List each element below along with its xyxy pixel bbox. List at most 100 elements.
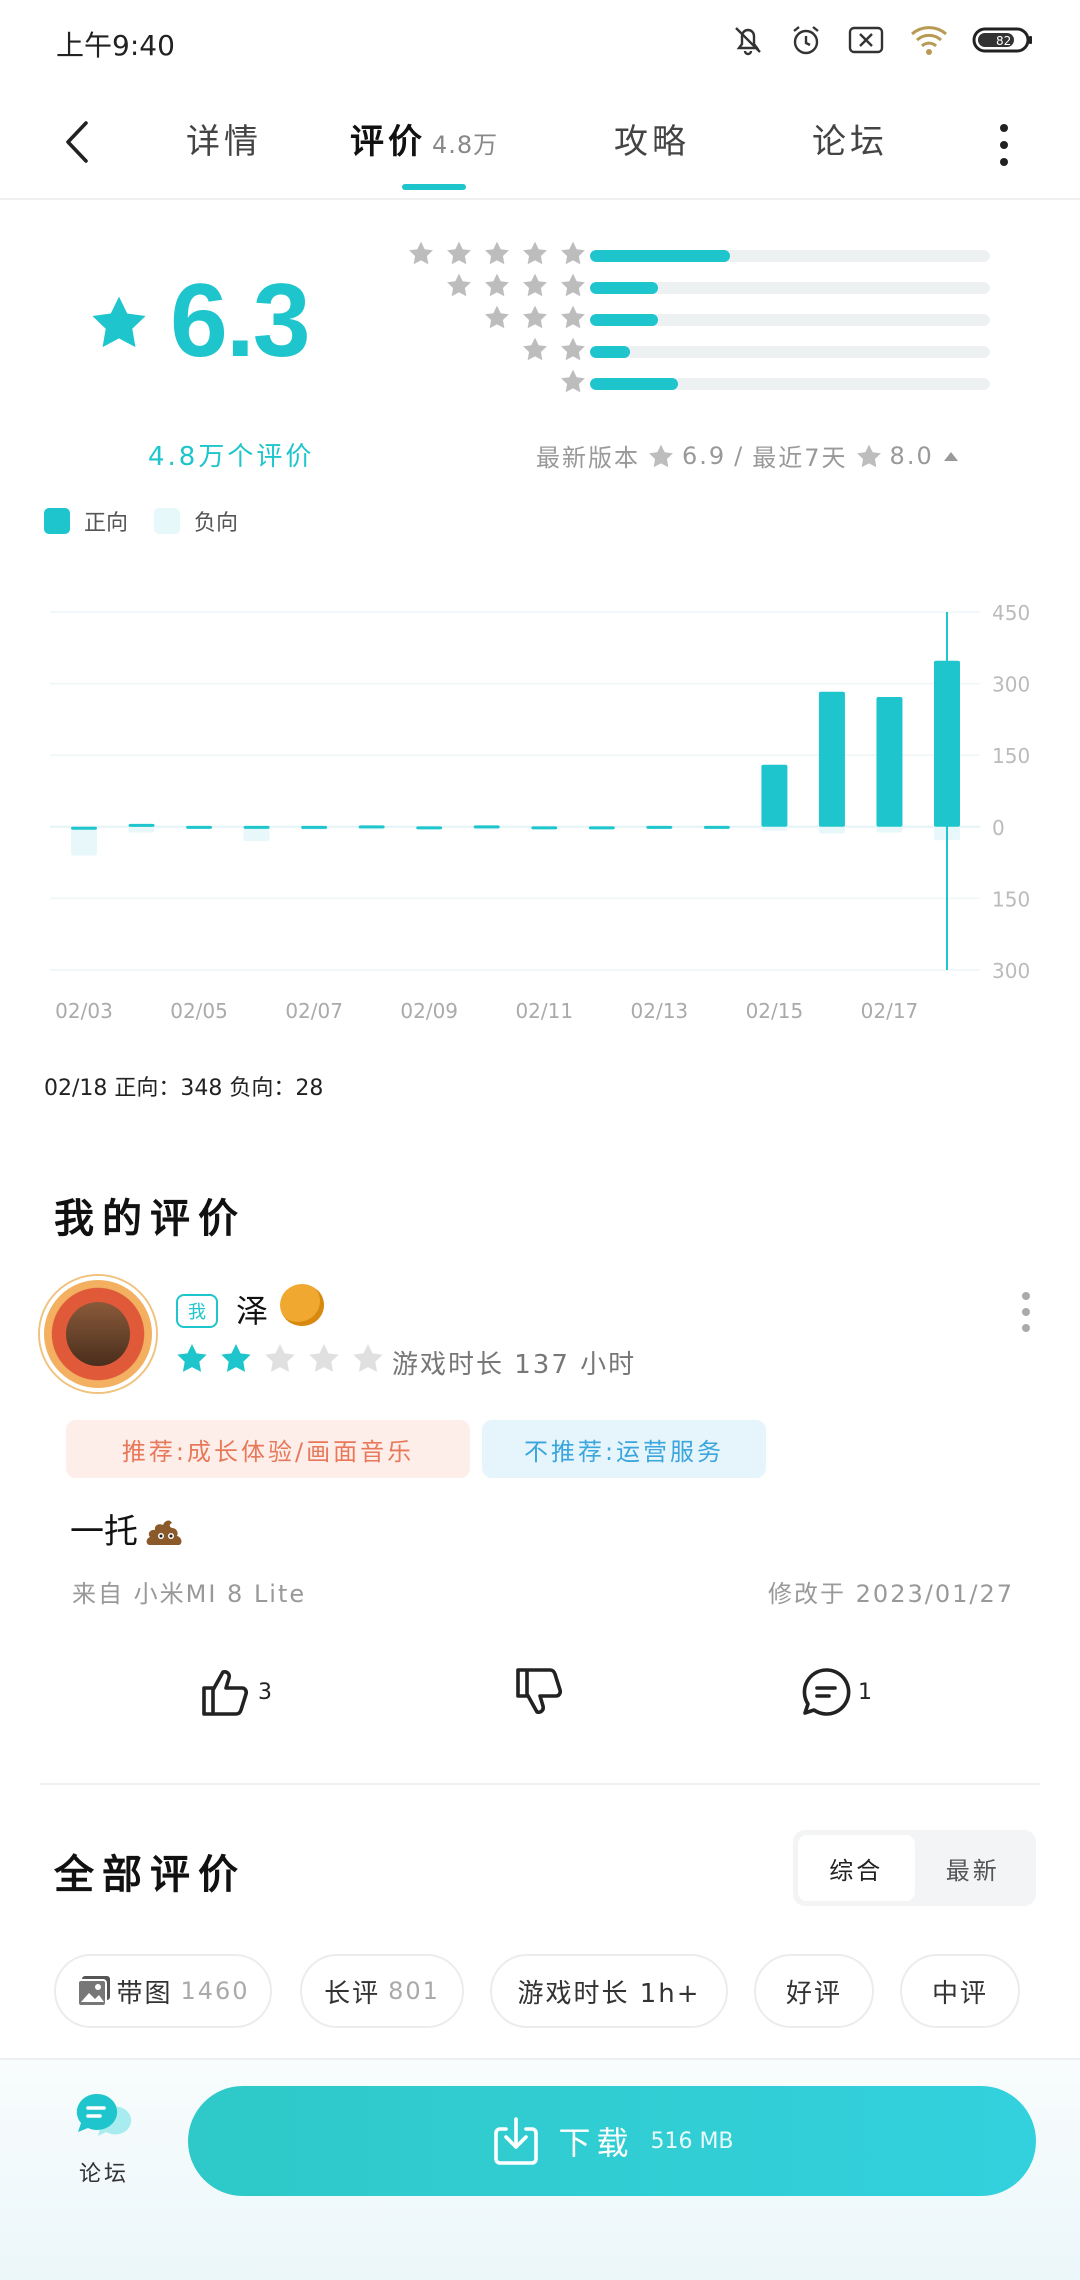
- all-reviews-title: 全部评价: [54, 1852, 246, 1898]
- star-icon: [561, 305, 585, 329]
- my-review-title: 我的评价: [54, 1196, 246, 1242]
- y-tick-label: 300: [992, 959, 1030, 983]
- chart-selected-caption: 02/18 正向：348 负向：28: [44, 1076, 324, 1101]
- filled-star-icon: [221, 1344, 251, 1372]
- y-tick-label: 150: [992, 887, 1030, 911]
- username[interactable]: 泽: [236, 1286, 268, 1332]
- y-tick-label: 150: [992, 744, 1030, 768]
- x-tick-label: 02/05: [170, 999, 228, 1023]
- filled-star-icon: [177, 1344, 207, 1372]
- tab-guides[interactable]: 攻略: [614, 114, 690, 163]
- sort-overall[interactable]: 综合: [798, 1835, 915, 1901]
- alarm-icon: [793, 26, 819, 55]
- review-device: 来自 小米MI 8 Lite: [72, 1580, 307, 1608]
- avatar[interactable]: [40, 1276, 156, 1392]
- star-icon: [485, 305, 509, 329]
- dist-fill: [590, 346, 630, 358]
- poop-emoji-icon: [146, 1520, 182, 1545]
- back-button[interactable]: [52, 112, 102, 172]
- dist-fill: [590, 250, 730, 262]
- dist-row-3: [398, 305, 998, 329]
- x-tick-label: 02/07: [285, 999, 343, 1023]
- download-icon: [494, 2117, 539, 2165]
- bar-negative: [818, 826, 845, 834]
- battery-level: 82: [996, 34, 1011, 48]
- x-tick-label: 02/17: [861, 999, 919, 1023]
- like-button[interactable]: 3: [198, 1666, 272, 1718]
- me-tag: 我: [176, 1294, 218, 1328]
- forum-label: 论坛: [78, 2162, 129, 2187]
- recent-score: 8.0: [889, 441, 934, 470]
- tab-reviews[interactable]: 评价 4.8万: [350, 114, 498, 163]
- like-count: 3: [258, 1679, 272, 1705]
- tab-details[interactable]: 详情: [186, 114, 262, 163]
- chart-svg: 450 300 150 0 150 300 02/03 02/05 02/07 02/09 02/1…: [50, 601, 1030, 1023]
- review-trend-chart[interactable]: 450 300 150 0 150 300 02/03 02/05 02/07 02/09 02/1…: [30, 590, 1040, 1030]
- recent-label: 最近7天: [752, 444, 848, 472]
- tab-bar: 详情 评价 4.8万 攻略 论坛: [0, 90, 1080, 200]
- playtime: 游戏时长 137 小时: [392, 1350, 637, 1380]
- bar-positive: [358, 825, 385, 829]
- version-ratings[interactable]: 最新版本 6.9 / 最近7天 8.0: [536, 438, 960, 473]
- filter-long-review[interactable]: 长评 801: [300, 1954, 464, 2028]
- star-icon: [447, 273, 471, 297]
- dist-fill: [590, 314, 658, 326]
- review-modified: 修改于 2023/01/27: [768, 1580, 1014, 1608]
- download-button[interactable]: 下载 516 MB: [188, 2086, 1036, 2196]
- bar-negative: [876, 826, 903, 833]
- active-tab-indicator: [402, 184, 466, 190]
- forum-button[interactable]: 论坛: [64, 2090, 144, 2210]
- comment-count: 1: [858, 1679, 872, 1705]
- more-options-button[interactable]: [984, 120, 1024, 170]
- sort-latest[interactable]: 最新: [915, 1835, 1032, 1901]
- bar-positive: [71, 826, 97, 830]
- bar-negative: [128, 826, 155, 833]
- avatar-photo: [66, 1302, 130, 1366]
- bar-positive: [128, 823, 155, 827]
- latest-version-score: 6.9: [682, 441, 727, 470]
- status-time: 上午9:40: [56, 29, 175, 62]
- star-icon: [561, 241, 585, 265]
- mute-bell-icon: [735, 27, 761, 56]
- rating-score: 6.3: [90, 262, 311, 381]
- star-icon: [523, 273, 547, 297]
- star-icon: [485, 273, 509, 297]
- filter-neutral[interactable]: 中评: [900, 1954, 1020, 2028]
- bar-positive: [761, 764, 788, 827]
- star-icon: [561, 337, 585, 361]
- bar-negative: [71, 826, 97, 856]
- tab-reviews-label: 评价: [350, 122, 426, 162]
- filter-count: 1460: [180, 1977, 250, 2005]
- review-more-button[interactable]: [1016, 1292, 1036, 1332]
- x-tick-label: 02/11: [515, 999, 573, 1023]
- bar-positive: [416, 826, 443, 830]
- bottom-bar: 论坛 下载 516 MB: [0, 2058, 1080, 2280]
- no-sim-icon: [848, 26, 884, 54]
- dislike-button[interactable]: [512, 1666, 566, 1718]
- filter-positive[interactable]: 好评: [754, 1954, 874, 2028]
- x-tick-label: 02/03: [55, 999, 113, 1023]
- thumbs-down-icon: [516, 1668, 563, 1714]
- download-label: 下载: [558, 2124, 635, 2162]
- bar-positive: [531, 826, 558, 830]
- x-tick-label: 02/13: [631, 999, 689, 1023]
- review-text-body: 一托: [70, 1512, 138, 1552]
- rating-count: 4.8万个评价: [148, 442, 315, 472]
- dist-row-1: [398, 369, 998, 393]
- filter-label: 带图: [116, 1978, 173, 2009]
- bar-positive: [588, 826, 615, 830]
- bar-positive: [186, 825, 213, 829]
- divider: [40, 1783, 1040, 1785]
- dist-row-4: [398, 273, 998, 297]
- tab-forum[interactable]: 论坛: [812, 114, 888, 163]
- latest-version-label: 最新版本: [536, 444, 640, 472]
- filter-playtime[interactable]: 游戏时长 1h+: [490, 1954, 728, 2028]
- filter-with-images[interactable]: 带图 1460: [54, 1954, 272, 2028]
- comment-button[interactable]: 1: [800, 1666, 872, 1718]
- tab-reviews-count: 4.8万: [432, 131, 499, 159]
- y-tick-label: 450: [992, 601, 1030, 625]
- legend-swatch-positive: [44, 508, 70, 534]
- tag-not-recommend: 不推荐:运营服务: [482, 1420, 766, 1478]
- thumbs-up-icon: [202, 1670, 249, 1716]
- bar-negative: [761, 826, 788, 831]
